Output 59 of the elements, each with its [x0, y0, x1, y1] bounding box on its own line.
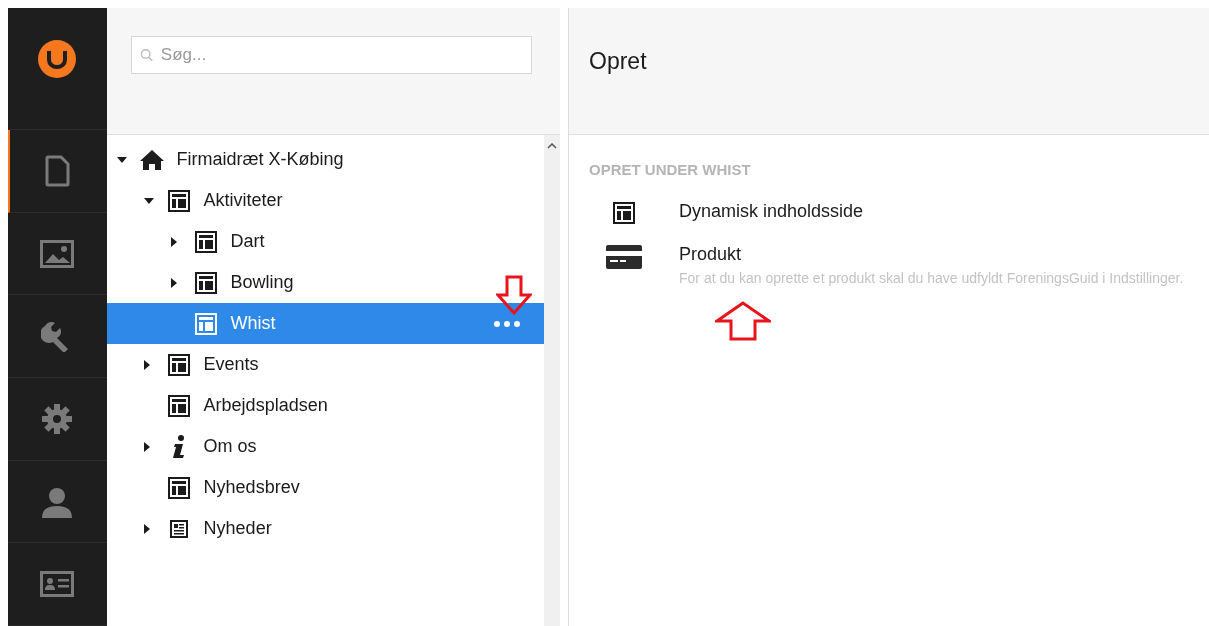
- tree-item[interactable]: Whist: [106, 303, 545, 344]
- option-name: Produkt: [679, 242, 743, 266]
- search-input[interactable]: Søg...: [160, 42, 524, 68]
- tree-item[interactable]: Nyhedsbrev: [106, 467, 545, 508]
- option-name: Dynamisk indholdsside: [679, 199, 864, 223]
- caret-right-icon[interactable]: [143, 359, 150, 370]
- tree-item[interactable]: Dart: [106, 221, 545, 262]
- tree-item-label: Bowling: [230, 271, 294, 294]
- id-card-icon: [40, 571, 75, 598]
- scrollbar[interactable]: [544, 135, 561, 626]
- layout-icon: [194, 230, 217, 253]
- tree-item[interactable]: Bowling: [106, 262, 545, 303]
- home-icon: [139, 148, 164, 171]
- arrow-annotation-icon: [715, 300, 771, 341]
- newspaper-icon: [169, 519, 188, 538]
- tree-item-label: Om os: [203, 435, 257, 458]
- search-field[interactable]: Søg...: [130, 36, 533, 74]
- caret-right-icon[interactable]: [143, 441, 150, 452]
- tree-item[interactable]: Firmaidræt X-Købing: [106, 139, 545, 180]
- layout-icon: [194, 312, 217, 335]
- layout-icon: [167, 189, 190, 212]
- tree-item-label: Aktiviteter: [203, 189, 283, 212]
- layout-icon: [194, 271, 217, 294]
- tree-item[interactable]: Arbejdspladsen: [106, 385, 545, 426]
- layout-icon: [613, 201, 635, 224]
- tree-item[interactable]: Aktiviteter: [106, 180, 545, 221]
- arrow-annotation-icon: [496, 275, 533, 315]
- tree-item[interactable]: Events: [106, 344, 545, 385]
- image-icon: [40, 239, 75, 268]
- chevron-up-icon[interactable]: [547, 143, 558, 149]
- caret-right-icon[interactable]: [170, 236, 177, 247]
- tree-item-label: Whist: [230, 312, 276, 335]
- tree-item-label: Nyheder: [203, 517, 272, 540]
- panel-title: Opret: [589, 48, 647, 74]
- layout-icon: [167, 353, 190, 376]
- caret-right-icon[interactable]: [143, 523, 150, 534]
- caret-down-icon[interactable]: [116, 156, 127, 163]
- settings-icon: [41, 402, 74, 435]
- more-options-icon[interactable]: [494, 320, 521, 327]
- tree-item[interactable]: Nyheder: [106, 508, 545, 549]
- document-icon: [45, 155, 72, 188]
- rail-item[interactable]: [8, 130, 107, 213]
- credit-card-icon: [606, 244, 642, 269]
- search-icon: [139, 48, 153, 62]
- caret-right-icon[interactable]: [170, 277, 177, 288]
- tree-item-label: Firmaidræt X-Købing: [176, 148, 344, 171]
- create-option[interactable]: Dynamisk indholdsside: [589, 193, 1189, 225]
- tree-item-label: Dart: [230, 230, 265, 253]
- caret-down-icon[interactable]: [143, 197, 154, 204]
- tree-item-label: Nyhedsbrev: [203, 476, 300, 499]
- info-icon: [171, 434, 186, 459]
- layout-icon: [167, 476, 190, 499]
- section-heading: OPRET UNDER WHIST: [589, 160, 752, 180]
- user-icon: [41, 485, 74, 518]
- tree-item-label: Events: [203, 353, 259, 376]
- tree-item[interactable]: Om os: [106, 426, 545, 467]
- tree-item-label: Arbejdspladsen: [203, 394, 328, 417]
- layout-icon: [167, 394, 190, 417]
- logo-icon[interactable]: [38, 40, 77, 78]
